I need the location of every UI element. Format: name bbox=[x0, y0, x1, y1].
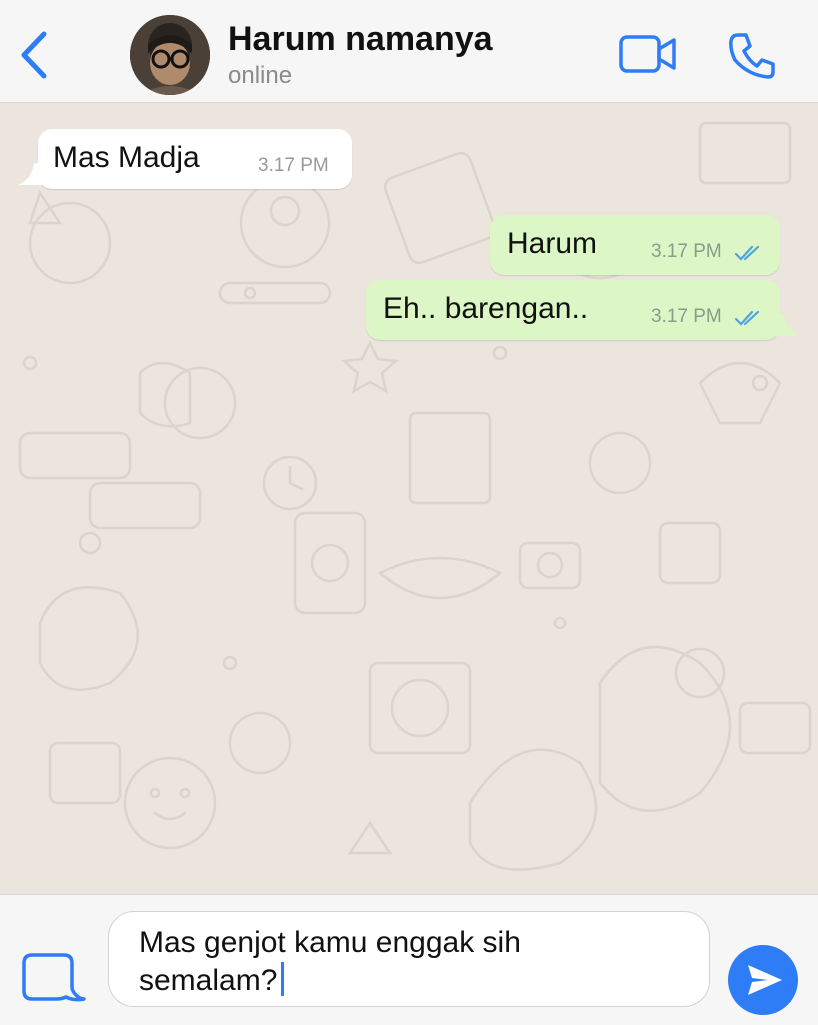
bubble-tail bbox=[18, 163, 42, 185]
sticker-button[interactable] bbox=[20, 951, 86, 1007]
message-text: Mas Madja bbox=[53, 141, 200, 174]
message-time: 3.17 PM bbox=[651, 241, 722, 262]
voice-call-button[interactable] bbox=[726, 30, 778, 80]
composer-bar: Mas genjot kamu enggak sih semalam? bbox=[0, 894, 818, 1025]
message-bubble-outgoing[interactable]: Harum 3.17 PM bbox=[490, 215, 780, 275]
read-receipt-icon bbox=[734, 310, 760, 326]
read-receipt-icon bbox=[734, 245, 760, 261]
message-input[interactable]: Mas genjot kamu enggak sih semalam? bbox=[108, 911, 710, 1007]
phone-icon bbox=[729, 33, 775, 79]
bubble-tail bbox=[776, 314, 800, 336]
message-bubble-incoming[interactable]: Mas Madja 3.17 PM bbox=[18, 129, 352, 189]
send-button[interactable] bbox=[728, 945, 798, 1015]
message-text: Harum bbox=[507, 227, 598, 260]
video-call-button[interactable] bbox=[618, 33, 678, 75]
video-camera-icon bbox=[619, 35, 676, 73]
message-text: Eh.. barengan.. bbox=[383, 292, 589, 325]
avatar[interactable] bbox=[130, 15, 210, 95]
contact-status: online bbox=[228, 62, 293, 89]
contact-name[interactable]: Harum namanya bbox=[228, 20, 493, 59]
message-input-text[interactable]: Mas genjot kamu enggak sih semalam? bbox=[139, 924, 699, 1000]
chevron-left-icon bbox=[21, 31, 47, 79]
chat-header: Harum namanya online bbox=[0, 0, 818, 103]
chat-area[interactable]: Mas Madja 3.17 PM Harum 3.17 PM Eh.. bar… bbox=[0, 103, 818, 894]
message-input-line-1: Mas genjot kamu enggak sih bbox=[139, 926, 521, 959]
message-time: 3.17 PM bbox=[651, 306, 722, 327]
message-input-line-2: semalam? bbox=[139, 964, 278, 997]
message-time: 3.17 PM bbox=[258, 155, 329, 176]
send-icon bbox=[748, 965, 782, 995]
sticker-icon bbox=[22, 953, 86, 1002]
back-button[interactable] bbox=[14, 28, 54, 82]
text-caret bbox=[281, 962, 285, 996]
message-bubble-outgoing[interactable]: Eh.. barengan.. 3.17 PM bbox=[366, 280, 800, 340]
